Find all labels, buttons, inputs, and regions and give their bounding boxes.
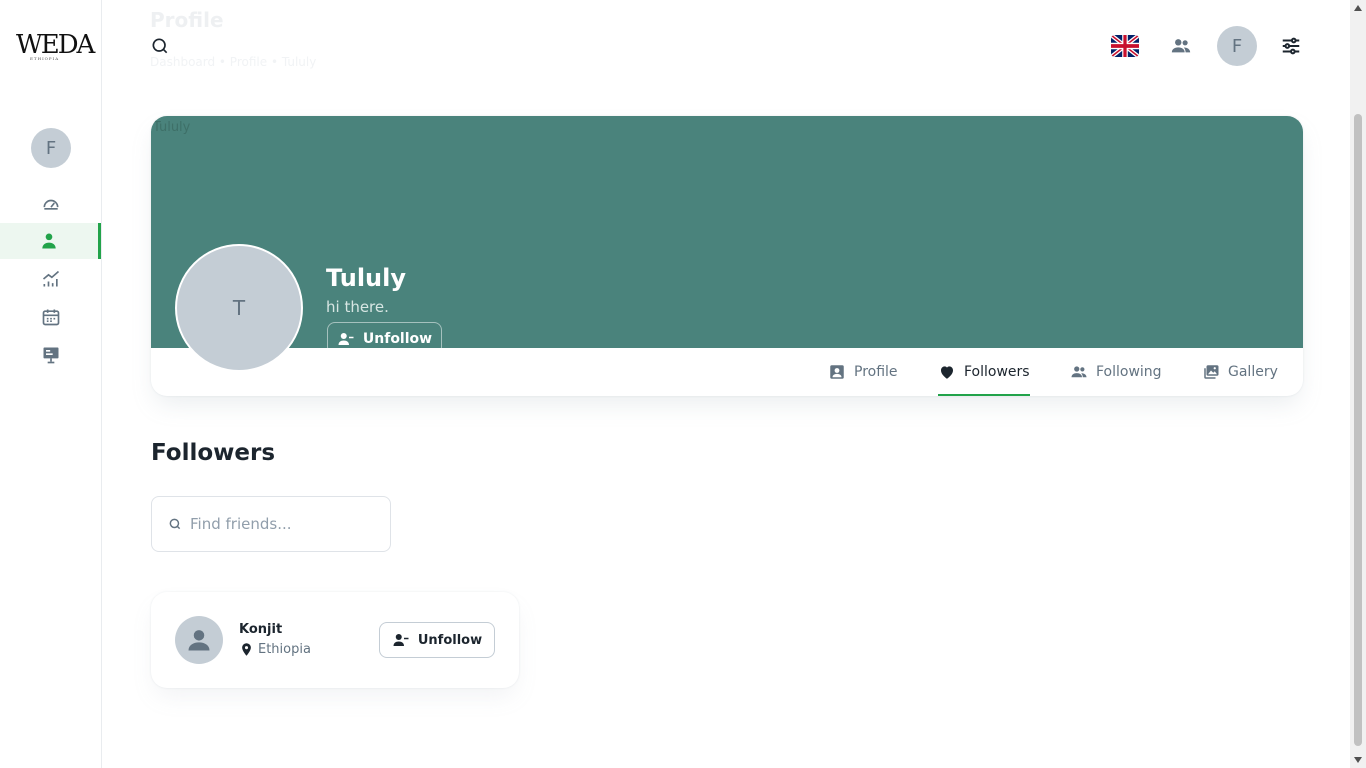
follower-unfollow-label: Unfollow: [417, 632, 483, 648]
cover-image: Tululy: [151, 116, 1303, 348]
follower-unfollow-button[interactable]: Unfollow: [379, 622, 495, 658]
tab-followers-label: Followers: [964, 364, 1030, 380]
analytics-icon: [42, 270, 59, 287]
cover-alt-text: Tululy: [153, 120, 191, 135]
location-pin-icon: [242, 643, 251, 656]
sidebar-item-analytics[interactable]: [0, 261, 101, 297]
gallery-icon: [1204, 365, 1219, 379]
user-minus-icon: [338, 332, 354, 345]
search-icon: [152, 38, 168, 54]
follower-name: Konjit: [239, 622, 283, 637]
follower-location-text: Ethiopia: [258, 642, 311, 657]
sidebar-avatar[interactable]: F: [31, 128, 71, 168]
profile-card-icon: [830, 365, 844, 379]
contacts-button[interactable]: [1170, 35, 1192, 57]
profile-name: Tululy: [326, 264, 407, 292]
scrollbar-thumb[interactable]: [1354, 114, 1362, 746]
scroll-down-arrow-icon[interactable]: [1354, 757, 1362, 763]
profile-avatar-letter: T: [232, 296, 246, 320]
profile-unfollow-button[interactable]: Unfollow: [327, 322, 442, 355]
followers-heading: Followers: [151, 440, 276, 466]
account-avatar[interactable]: F: [1217, 26, 1257, 66]
calendar-icon: [42, 309, 59, 326]
uk-flag-icon: [1111, 35, 1139, 57]
profile-avatar: T: [175, 244, 303, 372]
search-icon: [169, 518, 181, 530]
dashboard-icon: [43, 199, 58, 210]
scroll-up-arrow-icon[interactable]: [1354, 5, 1362, 11]
app-logo[interactable]: WEDA ETHIOPIA: [16, 30, 95, 61]
follower-avatar: [175, 616, 223, 664]
user-minus-icon: [393, 634, 409, 646]
page-scrollbar[interactable]: [1350, 0, 1366, 768]
search-button[interactable]: [150, 36, 170, 56]
profile-bio: hi there.: [326, 298, 389, 316]
sidebar-item-presentation[interactable]: [0, 337, 101, 373]
tab-profile[interactable]: Profile: [828, 348, 898, 396]
find-friends-search[interactable]: [151, 496, 391, 552]
user-icon: [42, 233, 56, 249]
follower-card: Konjit Ethiopia Unfollow: [151, 592, 519, 688]
language-selector[interactable]: [1111, 35, 1139, 57]
sidebar-item-user[interactable]: [0, 223, 101, 259]
settings-sliders-icon: [1282, 37, 1300, 55]
tab-following-label: Following: [1096, 364, 1162, 380]
contacts-icon: [1171, 39, 1191, 53]
tab-profile-label: Profile: [854, 364, 898, 380]
settings-button[interactable]: [1280, 35, 1302, 57]
profile-unfollow-label: Unfollow: [362, 330, 433, 347]
users-icon: [1071, 366, 1087, 378]
page-title: Profile: [150, 8, 224, 32]
tab-gallery-label: Gallery: [1228, 364, 1278, 380]
find-friends-input[interactable]: [190, 515, 380, 533]
tab-gallery[interactable]: Gallery: [1202, 348, 1278, 396]
heart-icon: [941, 366, 953, 379]
sidebar-item-dashboard[interactable]: [0, 185, 101, 221]
account-avatar-letter: F: [1231, 35, 1243, 57]
person-placeholder-icon: [188, 630, 210, 651]
profile-card: Tululy T Tululy hi there. Unfollow Profi…: [151, 116, 1303, 396]
sidebar: WEDA ETHIOPIA F: [0, 0, 102, 768]
presentation-icon: [43, 347, 58, 364]
sidebar-item-calendar[interactable]: [0, 299, 101, 335]
breadcrumb: Dashboard • Profile • Tululy: [150, 55, 317, 69]
logo-subtext: ETHIOPIA: [30, 56, 60, 61]
tab-following[interactable]: Following: [1070, 348, 1162, 396]
tab-followers[interactable]: Followers: [938, 348, 1030, 396]
follower-location: Ethiopia: [239, 642, 311, 657]
sidebar-avatar-letter: F: [45, 137, 57, 159]
